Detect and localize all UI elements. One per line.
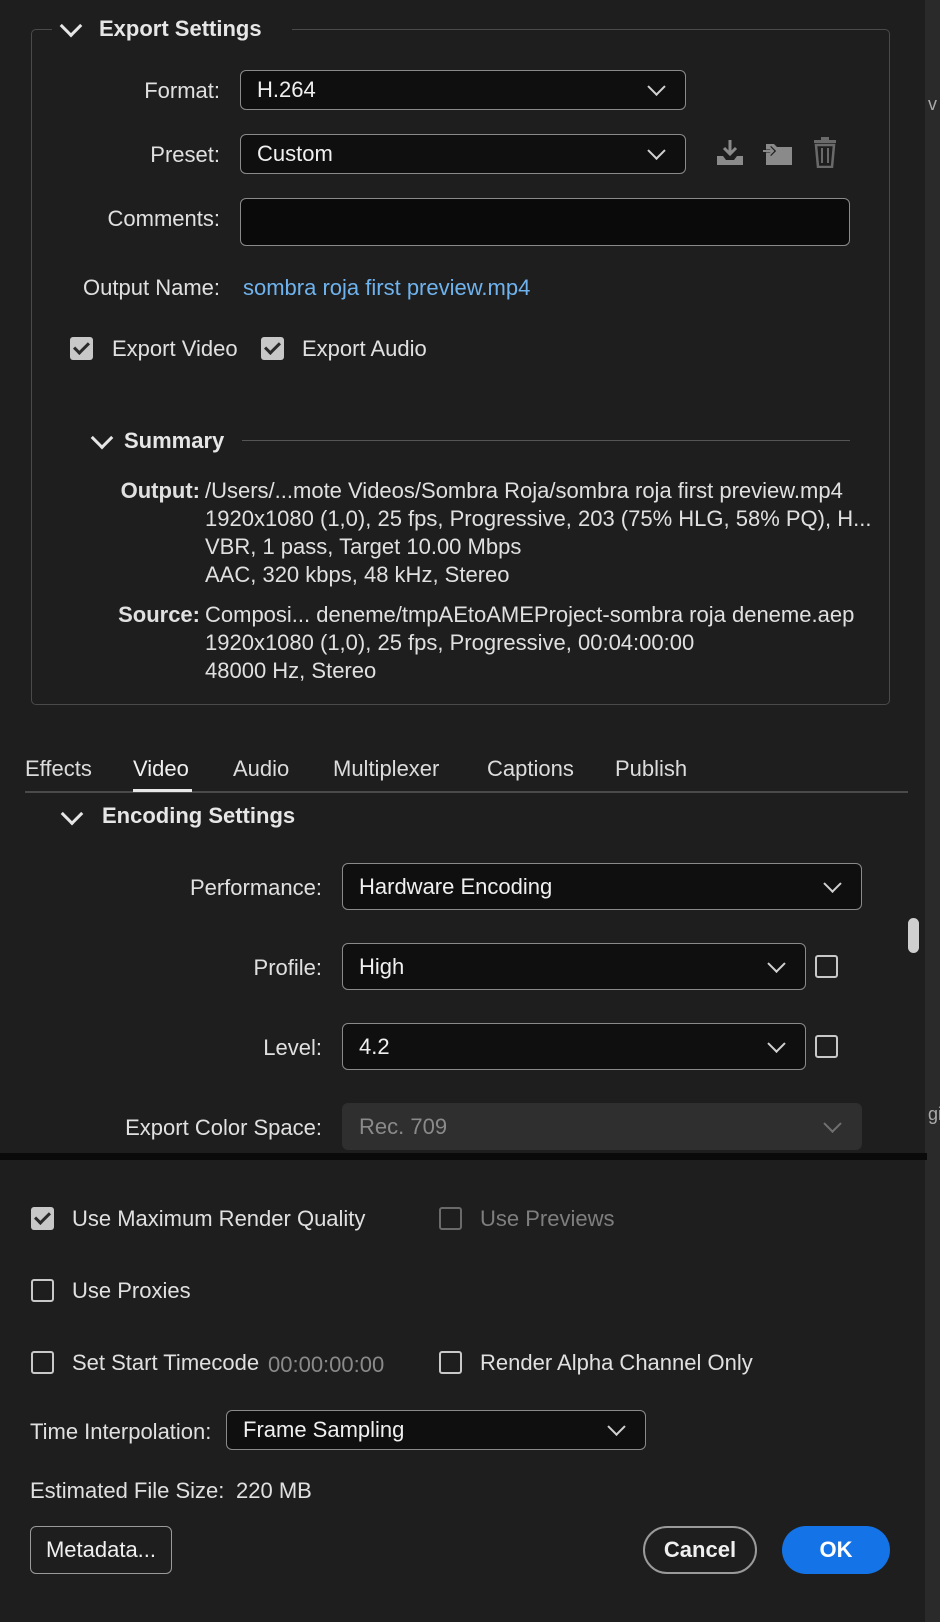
summary-source-line: Composi... deneme/tmpAEtoAMEProject-somb…	[205, 602, 855, 627]
summary-title: Summary	[124, 428, 225, 453]
summary-source-line: 1920x1080 (1,0), 25 fps, Progressive, 00…	[205, 630, 695, 655]
summary-output-line: AAC, 320 kbps, 48 kHz, Stereo	[205, 562, 510, 587]
save-preset-icon[interactable]	[762, 138, 794, 168]
preset-value: Custom	[257, 141, 333, 166]
profile-checkbox[interactable]	[815, 955, 838, 978]
use-proxies-checkbox[interactable]	[31, 1279, 54, 1302]
tab-publish[interactable]: Publish	[615, 756, 687, 782]
use-proxies-label: Use Proxies	[72, 1278, 191, 1303]
output-name-label: Output Name:	[83, 275, 220, 300]
export-audio-label: Export Audio	[302, 336, 427, 361]
adjacent-panel-fragment: gi	[928, 1104, 940, 1124]
tab-effects[interactable]: Effects	[25, 756, 92, 782]
profile-select[interactable]: High	[342, 943, 806, 990]
tab-audio[interactable]: Audio	[233, 756, 289, 782]
tab-multiplexer[interactable]: Multiplexer	[333, 756, 439, 782]
summary-output-line: 1920x1080 (1,0), 25 fps, Progressive, 20…	[205, 506, 872, 531]
chevron-down-icon	[59, 14, 83, 38]
section-title: Export Settings	[99, 16, 262, 41]
chevron-down-icon	[60, 802, 84, 826]
cancel-button[interactable]: Cancel	[643, 1526, 757, 1574]
max-render-quality-checkbox[interactable]	[31, 1207, 54, 1230]
export-color-space-label: Export Color Space:	[125, 1115, 322, 1140]
summary-header[interactable]: Summary	[88, 424, 238, 458]
encoding-settings-header[interactable]: Encoding Settings	[58, 798, 318, 832]
performance-select[interactable]: Hardware Encoding	[342, 863, 862, 910]
summary-source-line: 48000 Hz, Stereo	[205, 658, 377, 683]
tab-video[interactable]: Video	[133, 756, 189, 782]
time-interpolation-value: Frame Sampling	[243, 1417, 405, 1442]
ok-button[interactable]: OK	[782, 1526, 890, 1574]
chevron-down-icon	[767, 954, 786, 973]
chevron-down-icon	[823, 1114, 842, 1133]
estimated-file-size-value: 220 MB	[236, 1478, 312, 1503]
encoding-title: Encoding Settings	[102, 803, 296, 828]
metadata-button[interactable]: Metadata...	[30, 1526, 172, 1574]
performance-value: Hardware Encoding	[359, 873, 553, 899]
export-color-space-select: Rec. 709	[342, 1103, 862, 1150]
export-settings-header[interactable]: Export Settings	[52, 12, 292, 48]
summary-output-line: VBR, 1 pass, Target 10.00 Mbps	[205, 534, 522, 559]
preset-label: Preset:	[150, 142, 220, 167]
chevron-down-icon	[647, 77, 666, 96]
time-interpolation-select[interactable]: Frame Sampling	[226, 1410, 646, 1450]
summary-output-label: Output:	[120, 478, 200, 503]
export-video-checkbox[interactable]	[70, 337, 93, 360]
tab-captions[interactable]: Captions	[487, 756, 574, 782]
format-select[interactable]: H.264	[240, 70, 686, 110]
estimated-file-size-label: Estimated File Size:	[30, 1478, 225, 1503]
summary-divider	[242, 440, 850, 441]
chevron-down-icon	[767, 1034, 786, 1053]
format-label: Format:	[144, 78, 220, 103]
export-audio-checkbox[interactable]	[261, 337, 284, 360]
comments-field[interactable]	[240, 198, 850, 246]
delete-preset-icon[interactable]	[812, 136, 838, 168]
start-timecode-value: 00:00:00:00	[268, 1352, 385, 1377]
chevron-down-icon	[607, 1417, 626, 1436]
render-alpha-label: Render Alpha Channel Only	[480, 1350, 753, 1375]
adjacent-panel-fragment: v	[928, 94, 937, 114]
render-alpha-checkbox[interactable]	[439, 1351, 462, 1374]
summary-output-line: /Users/...mote Videos/Sombra Roja/sombra…	[205, 478, 843, 503]
use-previews-checkbox	[439, 1207, 462, 1230]
scrollbar-thumb[interactable]	[908, 918, 919, 953]
level-checkbox[interactable]	[815, 1035, 838, 1058]
time-interpolation-label: Time Interpolation:	[30, 1419, 212, 1444]
performance-label: Performance:	[189, 875, 322, 900]
chevron-down-icon	[647, 141, 666, 160]
chevron-down-icon	[90, 426, 114, 450]
import-preset-icon[interactable]	[714, 138, 746, 168]
level-value: 4.2	[359, 1033, 390, 1059]
panel-divider	[0, 1153, 927, 1160]
profile-label: Profile:	[253, 955, 322, 980]
set-start-timecode-label: Set Start Timecode	[72, 1350, 260, 1375]
active-tab-indicator	[133, 789, 192, 792]
output-name-link[interactable]: sombra roja first preview.mp4	[243, 275, 530, 301]
set-start-timecode-checkbox[interactable]	[31, 1351, 54, 1374]
format-value: H.264	[257, 77, 316, 102]
use-previews-label: Use Previews	[480, 1206, 615, 1231]
export-video-label: Export Video	[112, 336, 238, 361]
export-color-space-value: Rec. 709	[359, 1113, 448, 1139]
comments-label: Comments:	[107, 206, 220, 231]
level-select[interactable]: 4.2	[342, 1023, 806, 1070]
chevron-down-icon	[823, 874, 842, 893]
level-label: Level:	[263, 1035, 322, 1060]
summary-source-label: Source:	[118, 602, 200, 627]
max-render-quality-label: Use Maximum Render Quality	[72, 1206, 366, 1231]
preset-select[interactable]: Custom	[240, 134, 686, 174]
profile-value: High	[359, 953, 405, 979]
adjacent-panel-edge	[925, 0, 940, 1622]
